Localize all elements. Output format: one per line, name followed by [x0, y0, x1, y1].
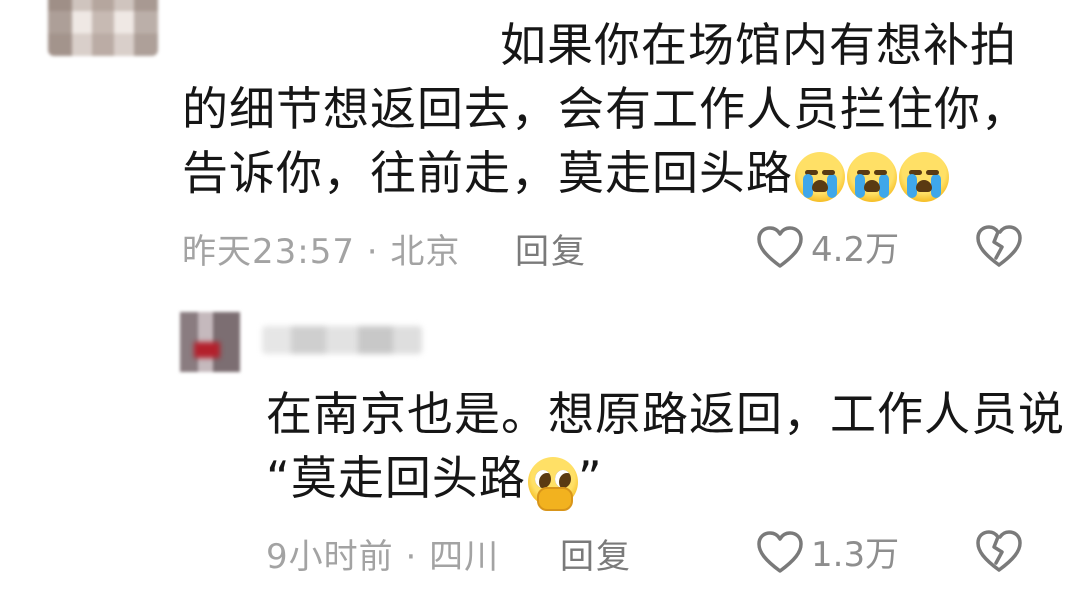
reply-text-line-2: “莫走回头路 ”: [266, 447, 603, 511]
reply-time: 9小时前: [266, 537, 394, 577]
like-count: 4.2万: [811, 230, 900, 270]
crying-face-icon: [847, 151, 897, 202]
meta-separator: ·: [405, 537, 418, 577]
crying-face-icon: [795, 151, 845, 202]
crying-face-icon: [899, 151, 949, 202]
heart-icon: [757, 225, 803, 268]
broken-heart-icon[interactable]: [974, 222, 1024, 270]
reply-text-closing-quote: ”: [577, 451, 603, 505]
reply-button[interactable]: 回复: [515, 224, 587, 273]
commenter-avatar[interactable]: [48, 0, 158, 56]
comment-meta: 昨天23:57 · 北京: [182, 224, 460, 273]
replier-avatar[interactable]: [180, 312, 240, 372]
comment-text-line-3: 告诉你，往前走，莫走回头路: [182, 142, 949, 204]
reply-text-line-2-text: “莫走回头路: [266, 451, 526, 505]
reply-location: 四川: [429, 537, 500, 577]
replier-username[interactable]: [262, 326, 422, 354]
comment-location: 北京: [390, 232, 461, 272]
meta-separator: ·: [366, 232, 379, 272]
broken-heart-icon[interactable]: [974, 527, 1024, 575]
like-button[interactable]: 4.2万: [755, 222, 899, 271]
like-count: 1.3万: [811, 535, 900, 575]
comment-text-line-3-text: 告诉你，往前走，莫走回头路: [182, 146, 793, 200]
reply-button[interactable]: 回复: [560, 529, 632, 578]
like-button[interactable]: 1.3万: [755, 527, 899, 576]
comment-text-line-2: 的细节想返回去，会有工作人员拦住你，: [182, 82, 1028, 136]
pleading-face-icon: [527, 456, 578, 511]
comment-text-line-1: 如果你在场馆内有想补拍: [500, 18, 1017, 72]
reply-meta: 9小时前 · 四川: [266, 529, 499, 578]
heart-icon: [757, 530, 803, 573]
reply-text-line-1: 在南京也是。想原路返回，工作人员说: [266, 387, 1065, 441]
comment-time: 昨天23:57: [182, 232, 355, 272]
